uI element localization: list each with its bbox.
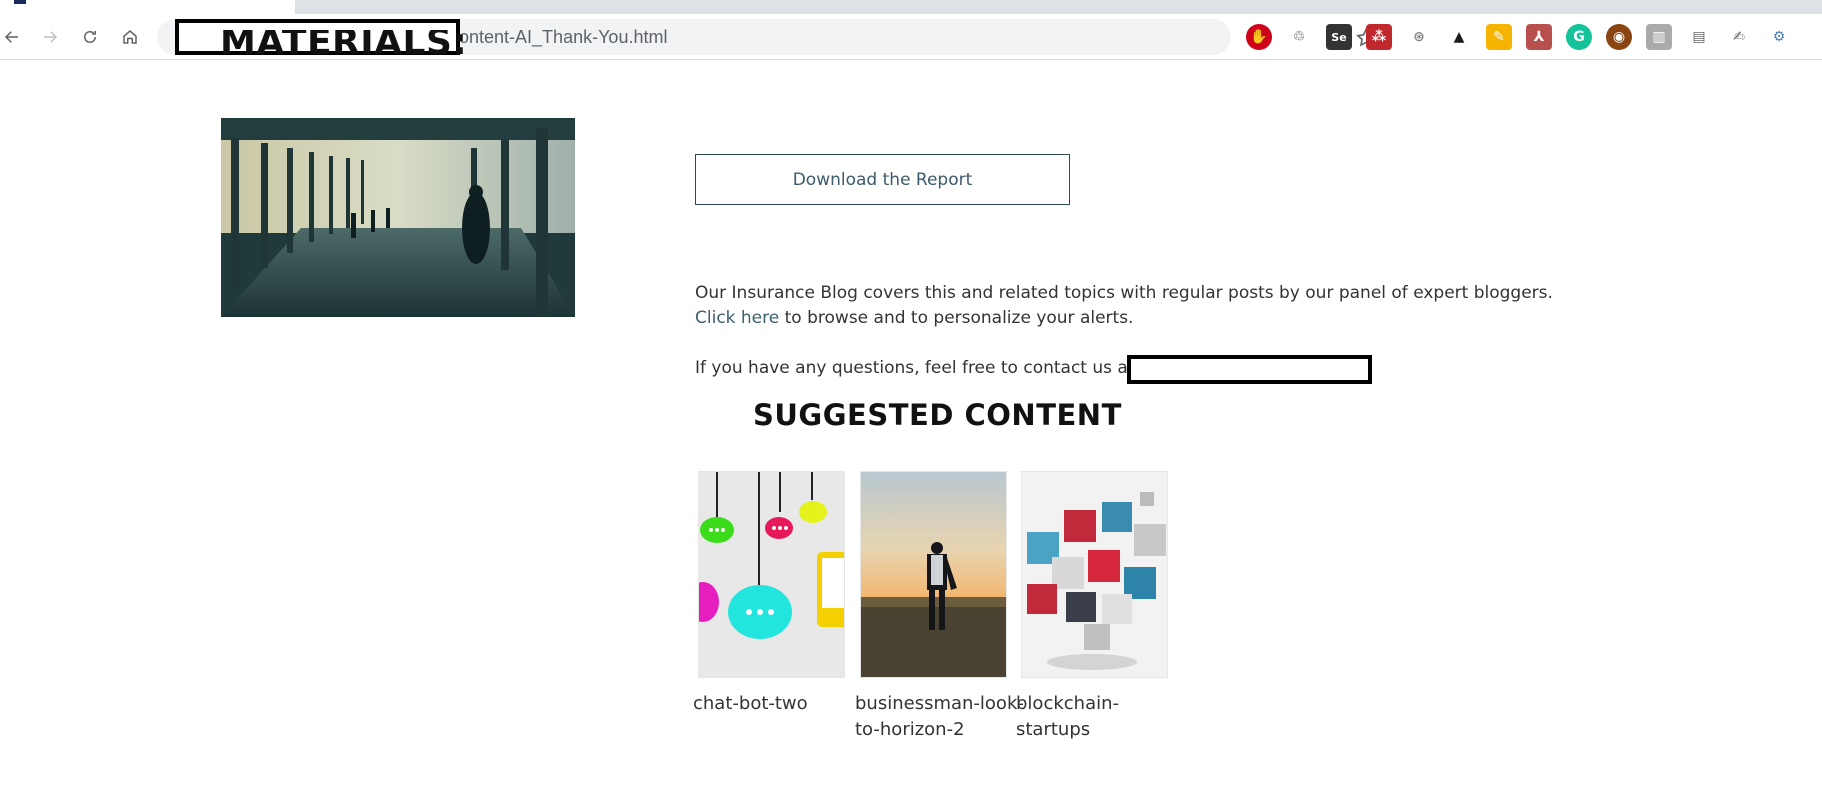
suggested-card[interactable]: chat-bot-two — [693, 471, 845, 714]
drive-icon[interactable]: ▲ — [1446, 24, 1472, 50]
extensions-bar: ✋ ♲ Se ⁂ ⊛ ▲ ✎ ⅄ G ◉ ▥ ▤ ✍ ⚙ — [1246, 24, 1792, 50]
forward-button[interactable] — [38, 25, 62, 49]
tab-strip — [0, 0, 1822, 14]
blog-description: Our Insurance Blog covers this and relat… — [695, 283, 1553, 303]
tools-icon[interactable]: ⁂ — [1366, 24, 1392, 50]
active-tab[interactable] — [0, 0, 295, 14]
reload-button[interactable] — [78, 25, 102, 49]
materials-heading: MATERIALS: — [220, 30, 468, 63]
home-button[interactable] — [118, 25, 142, 49]
grammarly-icon[interactable]: G — [1566, 24, 1592, 50]
home-icon — [123, 30, 137, 44]
suggested-card[interactable]: blockchain-startups — [1016, 471, 1168, 740]
browse-line: Click here to browse and to personalize … — [695, 308, 1133, 328]
doc-icon[interactable]: ▤ — [1686, 24, 1712, 50]
chat-bot-thumbnail[interactable] — [698, 471, 845, 678]
notes-icon[interactable]: ✎ — [1486, 24, 1512, 50]
selenium-icon[interactable]: Se — [1326, 24, 1352, 50]
blockchain-thumbnail[interactable] — [1021, 471, 1168, 678]
adblock-icon[interactable]: ✋ — [1246, 24, 1272, 50]
card-title-chat-bot[interactable]: chat-bot-two — [693, 691, 863, 717]
url-text: ontent-AI_Thank-You.html — [459, 27, 668, 47]
puzzle-icon[interactable]: ♲ — [1286, 24, 1312, 50]
click-here-link[interactable]: Click here — [695, 308, 779, 328]
suggested-content-heading: SUGGESTED CONTENT — [753, 398, 1122, 432]
edit-icon[interactable]: ✍ — [1726, 24, 1752, 50]
contact-line: If you have any questions, feel free to … — [695, 358, 1135, 378]
back-arrow-icon — [4, 31, 18, 43]
blockchain-image — [1022, 472, 1167, 677]
redacted-email — [1127, 355, 1372, 384]
corridor-photo — [221, 118, 575, 317]
settings-icon[interactable]: ⚙ — [1766, 24, 1792, 50]
card-title-blockchain[interactable]: blockchain-startups — [1016, 691, 1186, 743]
corridor-image — [221, 118, 575, 317]
cookie-icon[interactable]: ◉ — [1606, 24, 1632, 50]
suggested-card[interactable]: businessman-look-to-horizon-2 — [855, 471, 1024, 740]
pdf-icon[interactable]: ⅄ — [1526, 24, 1552, 50]
download-report-button[interactable]: Download the Report — [695, 154, 1070, 205]
businessman-image — [861, 472, 1006, 677]
businessman-thumbnail[interactable] — [860, 471, 1007, 678]
forward-arrow-icon — [44, 31, 58, 43]
browse-text: to browse and to personalize your alerts… — [779, 308, 1134, 328]
book-icon[interactable]: ▥ — [1646, 24, 1672, 50]
card-title-businessman[interactable]: businessman-look-to-horizon-2 — [855, 691, 1025, 743]
chat-bot-image — [699, 472, 844, 677]
back-button[interactable] — [0, 25, 24, 49]
tab-favicon-icon — [14, 0, 26, 4]
globe-icon[interactable]: ⊛ — [1406, 24, 1432, 50]
reload-icon — [84, 31, 96, 43]
